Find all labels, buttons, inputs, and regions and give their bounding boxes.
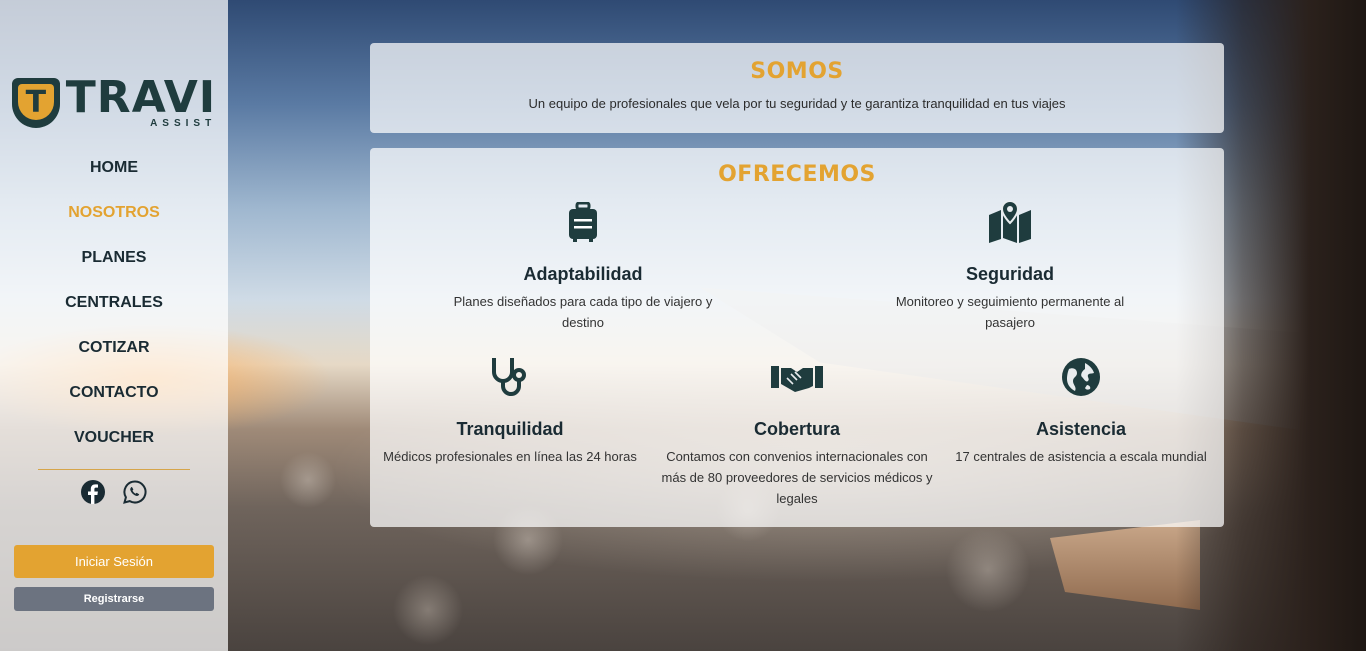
ofrecemos-panel: OFRECEMOS Adaptabilidad Planes diseñados… — [370, 148, 1224, 527]
feature-description: Planes diseñados para cada tipo de viaje… — [453, 294, 713, 330]
feature-title: Adaptabilidad — [523, 264, 643, 284]
login-button[interactable]: Iniciar Sesión — [14, 545, 214, 578]
somos-description: Un equipo de profesionales que vela por … — [528, 96, 1066, 111]
nav-item-contacto[interactable]: CONTACTO — [69, 379, 158, 424]
logo[interactable]: T TRAVI ASSIST — [11, 72, 217, 130]
feature-description: 17 centrales de asistencia a escala mund… — [955, 449, 1207, 464]
globe-icon — [1062, 358, 1100, 396]
feature-card: Tranquilidad Médicos profesionales en lí… — [370, 355, 650, 467]
nav-item-voucher[interactable]: VOUCHER — [74, 424, 154, 469]
feature-card: Adaptabilidad Planes diseñados para cada… — [443, 200, 723, 333]
main-nav: HOME NOSOTROS PLANES CENTRALES COTIZAR C… — [65, 154, 163, 469]
sidebar: T TRAVI ASSIST HOME NOSOTROS PLANES CENT… — [0, 0, 228, 651]
feature-description: Contamos con convenios internacionales c… — [661, 449, 933, 506]
feature-card: Cobertura Contamos con convenios interna… — [657, 355, 937, 509]
nav-item-cotizar[interactable]: COTIZAR — [78, 334, 149, 379]
nav-item-home[interactable]: HOME — [90, 154, 138, 199]
ofrecemos-title: OFRECEMOS — [718, 162, 876, 187]
stethoscope-icon — [492, 358, 526, 396]
whatsapp-icon[interactable] — [123, 480, 147, 504]
somos-panel: SOMOS Un equipo de profesionales que vel… — [370, 43, 1224, 133]
logo-text: TRAVI ASSIST — [65, 72, 217, 130]
nav-item-nosotros[interactable]: NOSOTROS — [68, 199, 160, 244]
feature-title: Cobertura — [753, 419, 840, 439]
sidebar-divider — [38, 469, 190, 470]
nav-item-planes[interactable]: PLANES — [82, 244, 147, 289]
logo-brand-name: TRAVI — [65, 72, 217, 123]
somos-title: SOMOS — [750, 59, 844, 84]
feature-title: Tranquilidad — [456, 419, 564, 439]
social-links — [81, 480, 147, 504]
nav-item-centrales[interactable]: CENTRALES — [65, 289, 163, 334]
feature-title: Asistencia — [1035, 419, 1127, 439]
feature-description: Médicos profesionales en línea las 24 ho… — [383, 449, 637, 464]
logo-brand-sub: ASSIST — [150, 118, 217, 129]
logo-shield-icon: T — [11, 78, 60, 128]
suitcase-icon — [569, 202, 597, 242]
handshake-icon — [771, 366, 823, 392]
feature-title: Seguridad — [965, 264, 1054, 284]
feature-card: Asistencia 17 centrales de asistencia a … — [941, 355, 1221, 467]
feature-description: Monitoreo y seguimiento permanente al pa… — [895, 294, 1125, 330]
map-pin-icon — [989, 201, 1031, 243]
logo-mark: T — [25, 84, 47, 120]
facebook-icon[interactable] — [81, 480, 105, 504]
feature-card: Seguridad Monitoreo y seguimiento perman… — [870, 200, 1150, 333]
register-button[interactable]: Registrarse — [14, 587, 214, 611]
